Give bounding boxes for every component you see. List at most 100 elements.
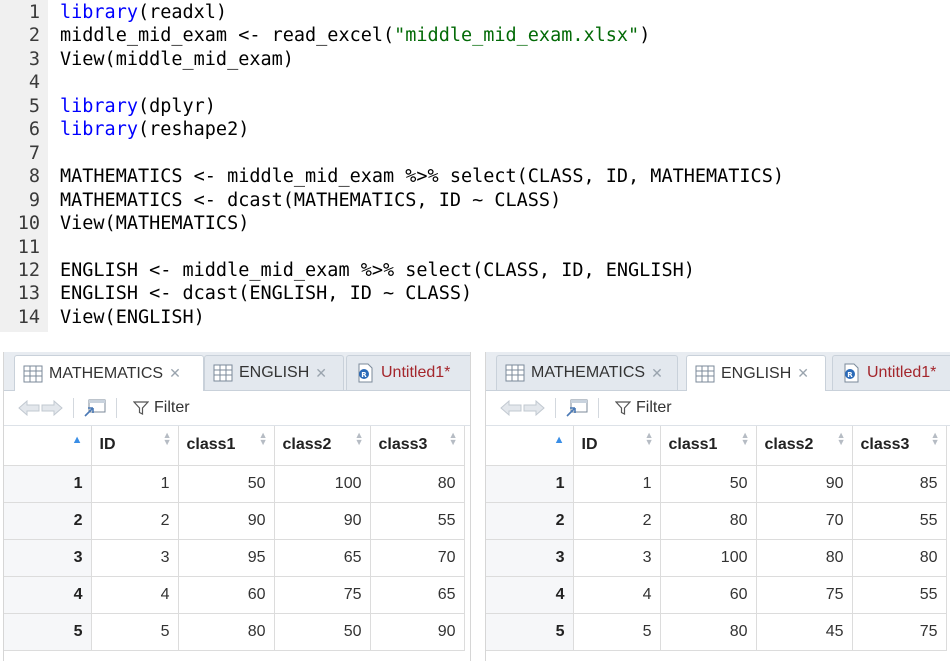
tab-mathematics[interactable]: MATHEMATICS ✕ (14, 355, 204, 391)
row-index-cell: 5 (486, 613, 574, 651)
table-cell: 4 (91, 576, 179, 614)
line-number: 10 (17, 213, 40, 235)
column-header[interactable]: ID ▲ ▼ (573, 426, 661, 466)
close-icon[interactable]: ✕ (315, 365, 327, 382)
code-text: library(readxl) (60, 1, 227, 24)
toolbar-divider (598, 398, 599, 418)
code-text: View(MATHEMATICS) (60, 212, 249, 235)
table-row[interactable]: 3 3 100 80 80 (486, 539, 947, 577)
tab-untitled1[interactable]: R Untitled1* (832, 355, 950, 390)
column-header[interactable]: class3 ▲ ▼ (370, 426, 465, 466)
table-row[interactable]: 2 2 80 70 55 (486, 502, 947, 540)
code-token: MATHEMATICS <- dcast(MATHEMATICS, ID ~ C… (60, 189, 562, 211)
table-row[interactable]: 1 1 50 100 80 (4, 465, 465, 503)
column-header[interactable]: class2 ▲ ▼ (756, 426, 853, 466)
tab-label: Untitled1* (381, 364, 451, 381)
table-cell: 80 (370, 465, 465, 503)
table-cell: 50 (274, 613, 371, 651)
data-table: ▲ ID ▲ ▼ class1 ▲ ▼ class2 ▲ ▼ class3 ▲ ▼ 1 1 50 90… (486, 426, 947, 651)
table-cell: 80 (852, 539, 947, 577)
table-cell: 90 (178, 502, 275, 540)
data-grid-icon (213, 364, 233, 382)
column-header[interactable]: class1 ▲ ▼ (178, 426, 275, 466)
row-index-header[interactable]: ▲ (4, 426, 92, 466)
code-line[interactable]: 6 library(reshape2) (0, 118, 250, 141)
close-icon[interactable]: ✕ (651, 365, 663, 382)
code-text: MATHEMATICS <- middle_mid_exam %>% selec… (60, 165, 784, 188)
table-cell: 3 (573, 539, 661, 577)
code-token: View(middle_mid_exam) (60, 48, 294, 70)
code-token: middle_mid_exam <- read_excel( (60, 25, 395, 47)
table-cell: 2 (573, 502, 661, 540)
data-table: ▲ ID ▲ ▼ class1 ▲ ▼ class2 ▲ ▼ class3 ▲ ▼ 1 1 50 10… (4, 426, 465, 651)
table-body: 1 1 50 100 80 2 2 90 90 55 3 3 95 65 70 4 4 60 75 65 5 5 80 50 9… (4, 465, 465, 651)
code-line[interactable]: 3 View(middle_mid_exam) (0, 48, 294, 71)
table-cell: 60 (178, 576, 275, 614)
table-row[interactable]: 4 4 60 75 65 (4, 576, 465, 614)
toolbar-divider (116, 398, 117, 418)
tab-mathematics[interactable]: MATHEMATICS ✕ (496, 355, 678, 390)
sort-icon: ▲ ▼ (836, 430, 846, 447)
tab-untitled1[interactable]: R Untitled1* (346, 355, 470, 390)
tab-english[interactable]: ENGLISH ✕ (204, 355, 344, 390)
table-row[interactable]: 3 3 95 65 70 (4, 539, 465, 577)
code-editor[interactable]: 1 library(readxl) 2 middle_mid_exam <- read… (0, 0, 950, 332)
column-header-label: class2 (282, 436, 332, 454)
table-cell: 85 (852, 465, 947, 503)
filter-button[interactable]: Filter (615, 399, 672, 417)
code-line[interactable]: 10 View(MATHEMATICS) (0, 212, 250, 235)
table-row[interactable]: 5 5 80 50 90 (4, 613, 465, 651)
close-icon[interactable]: ✕ (797, 365, 809, 382)
popout-window-icon[interactable] (84, 399, 106, 417)
table-row[interactable]: 2 2 90 90 55 (4, 502, 465, 540)
table-cell: 100 (660, 539, 757, 577)
column-header[interactable]: class2 ▲ ▼ (274, 426, 371, 466)
forward-arrow-icon[interactable] (523, 400, 545, 416)
table-header-row: ▲ ID ▲ ▼ class1 ▲ ▼ class2 ▲ ▼ class3 ▲ ▼ (486, 426, 947, 466)
code-token: View(ENGLISH) (60, 306, 205, 328)
code-line[interactable]: 11 (0, 236, 40, 259)
popout-window-icon[interactable] (566, 399, 588, 417)
svg-text:R: R (847, 371, 853, 379)
table-row[interactable]: 1 1 50 90 85 (486, 465, 947, 503)
tab-label: Untitled1* (867, 364, 937, 381)
close-icon[interactable]: ✕ (169, 365, 181, 382)
row-index-cell: 1 (486, 465, 574, 503)
code-line[interactable]: 14 View(ENGLISH) (0, 306, 205, 329)
back-arrow-icon[interactable] (18, 400, 40, 416)
sort-icon: ▲ ▼ (448, 430, 458, 447)
column-header[interactable]: class1 ▲ ▼ (660, 426, 757, 466)
row-index-header[interactable]: ▲ (486, 426, 574, 466)
forward-arrow-icon[interactable] (41, 400, 63, 416)
table-cell: 100 (274, 465, 371, 503)
code-line[interactable]: 1 library(readxl) (0, 1, 227, 24)
code-line[interactable]: 12 ENGLISH <- middle_mid_exam %>% select(… (0, 259, 695, 282)
tab-english[interactable]: ENGLISH ✕ (686, 355, 826, 391)
data-grid-icon (23, 365, 43, 382)
sort-icon: ▲ ▼ (162, 430, 172, 447)
code-line[interactable]: 7 (0, 142, 40, 165)
code-line[interactable]: 9 MATHEMATICS <- dcast(MATHEMATICS, ID ~ … (0, 189, 561, 212)
code-line[interactable]: 4 (0, 71, 40, 94)
code-line[interactable]: 8 MATHEMATICS <- middle_mid_exam %>% sele… (0, 165, 784, 188)
table-row[interactable]: 4 4 60 75 55 (486, 576, 947, 614)
code-line[interactable]: 2 middle_mid_exam <- read_excel("middle_m… (0, 24, 650, 47)
table-cell: 4 (573, 576, 661, 614)
sort-icon: ▲ ▼ (740, 430, 750, 447)
table-cell: 80 (756, 539, 853, 577)
column-header[interactable]: class3 ▲ ▼ (852, 426, 947, 466)
column-header[interactable]: ID ▲ ▼ (91, 426, 179, 466)
table-row[interactable]: 5 5 80 45 75 (486, 613, 947, 651)
filter-button[interactable]: Filter (133, 399, 190, 417)
back-arrow-icon[interactable] (500, 400, 522, 416)
history-nav (500, 400, 545, 416)
row-index-cell: 4 (486, 576, 574, 614)
table-cell: 90 (274, 502, 371, 540)
table-cell: 3 (91, 539, 179, 577)
data-viewer-mathematics: MATHEMATICS ✕ ENGLISH ✕ R Untitled1* Fil… (3, 352, 471, 661)
code-token: (reshape2) (137, 119, 250, 141)
table-cell: 80 (178, 613, 275, 651)
code-line[interactable]: 13 ENGLISH <- dcast(ENGLISH, ID ~ CLASS) (0, 282, 472, 305)
code-line[interactable]: 5 library(dplyr) (0, 95, 216, 118)
row-index-cell: 2 (486, 502, 574, 540)
